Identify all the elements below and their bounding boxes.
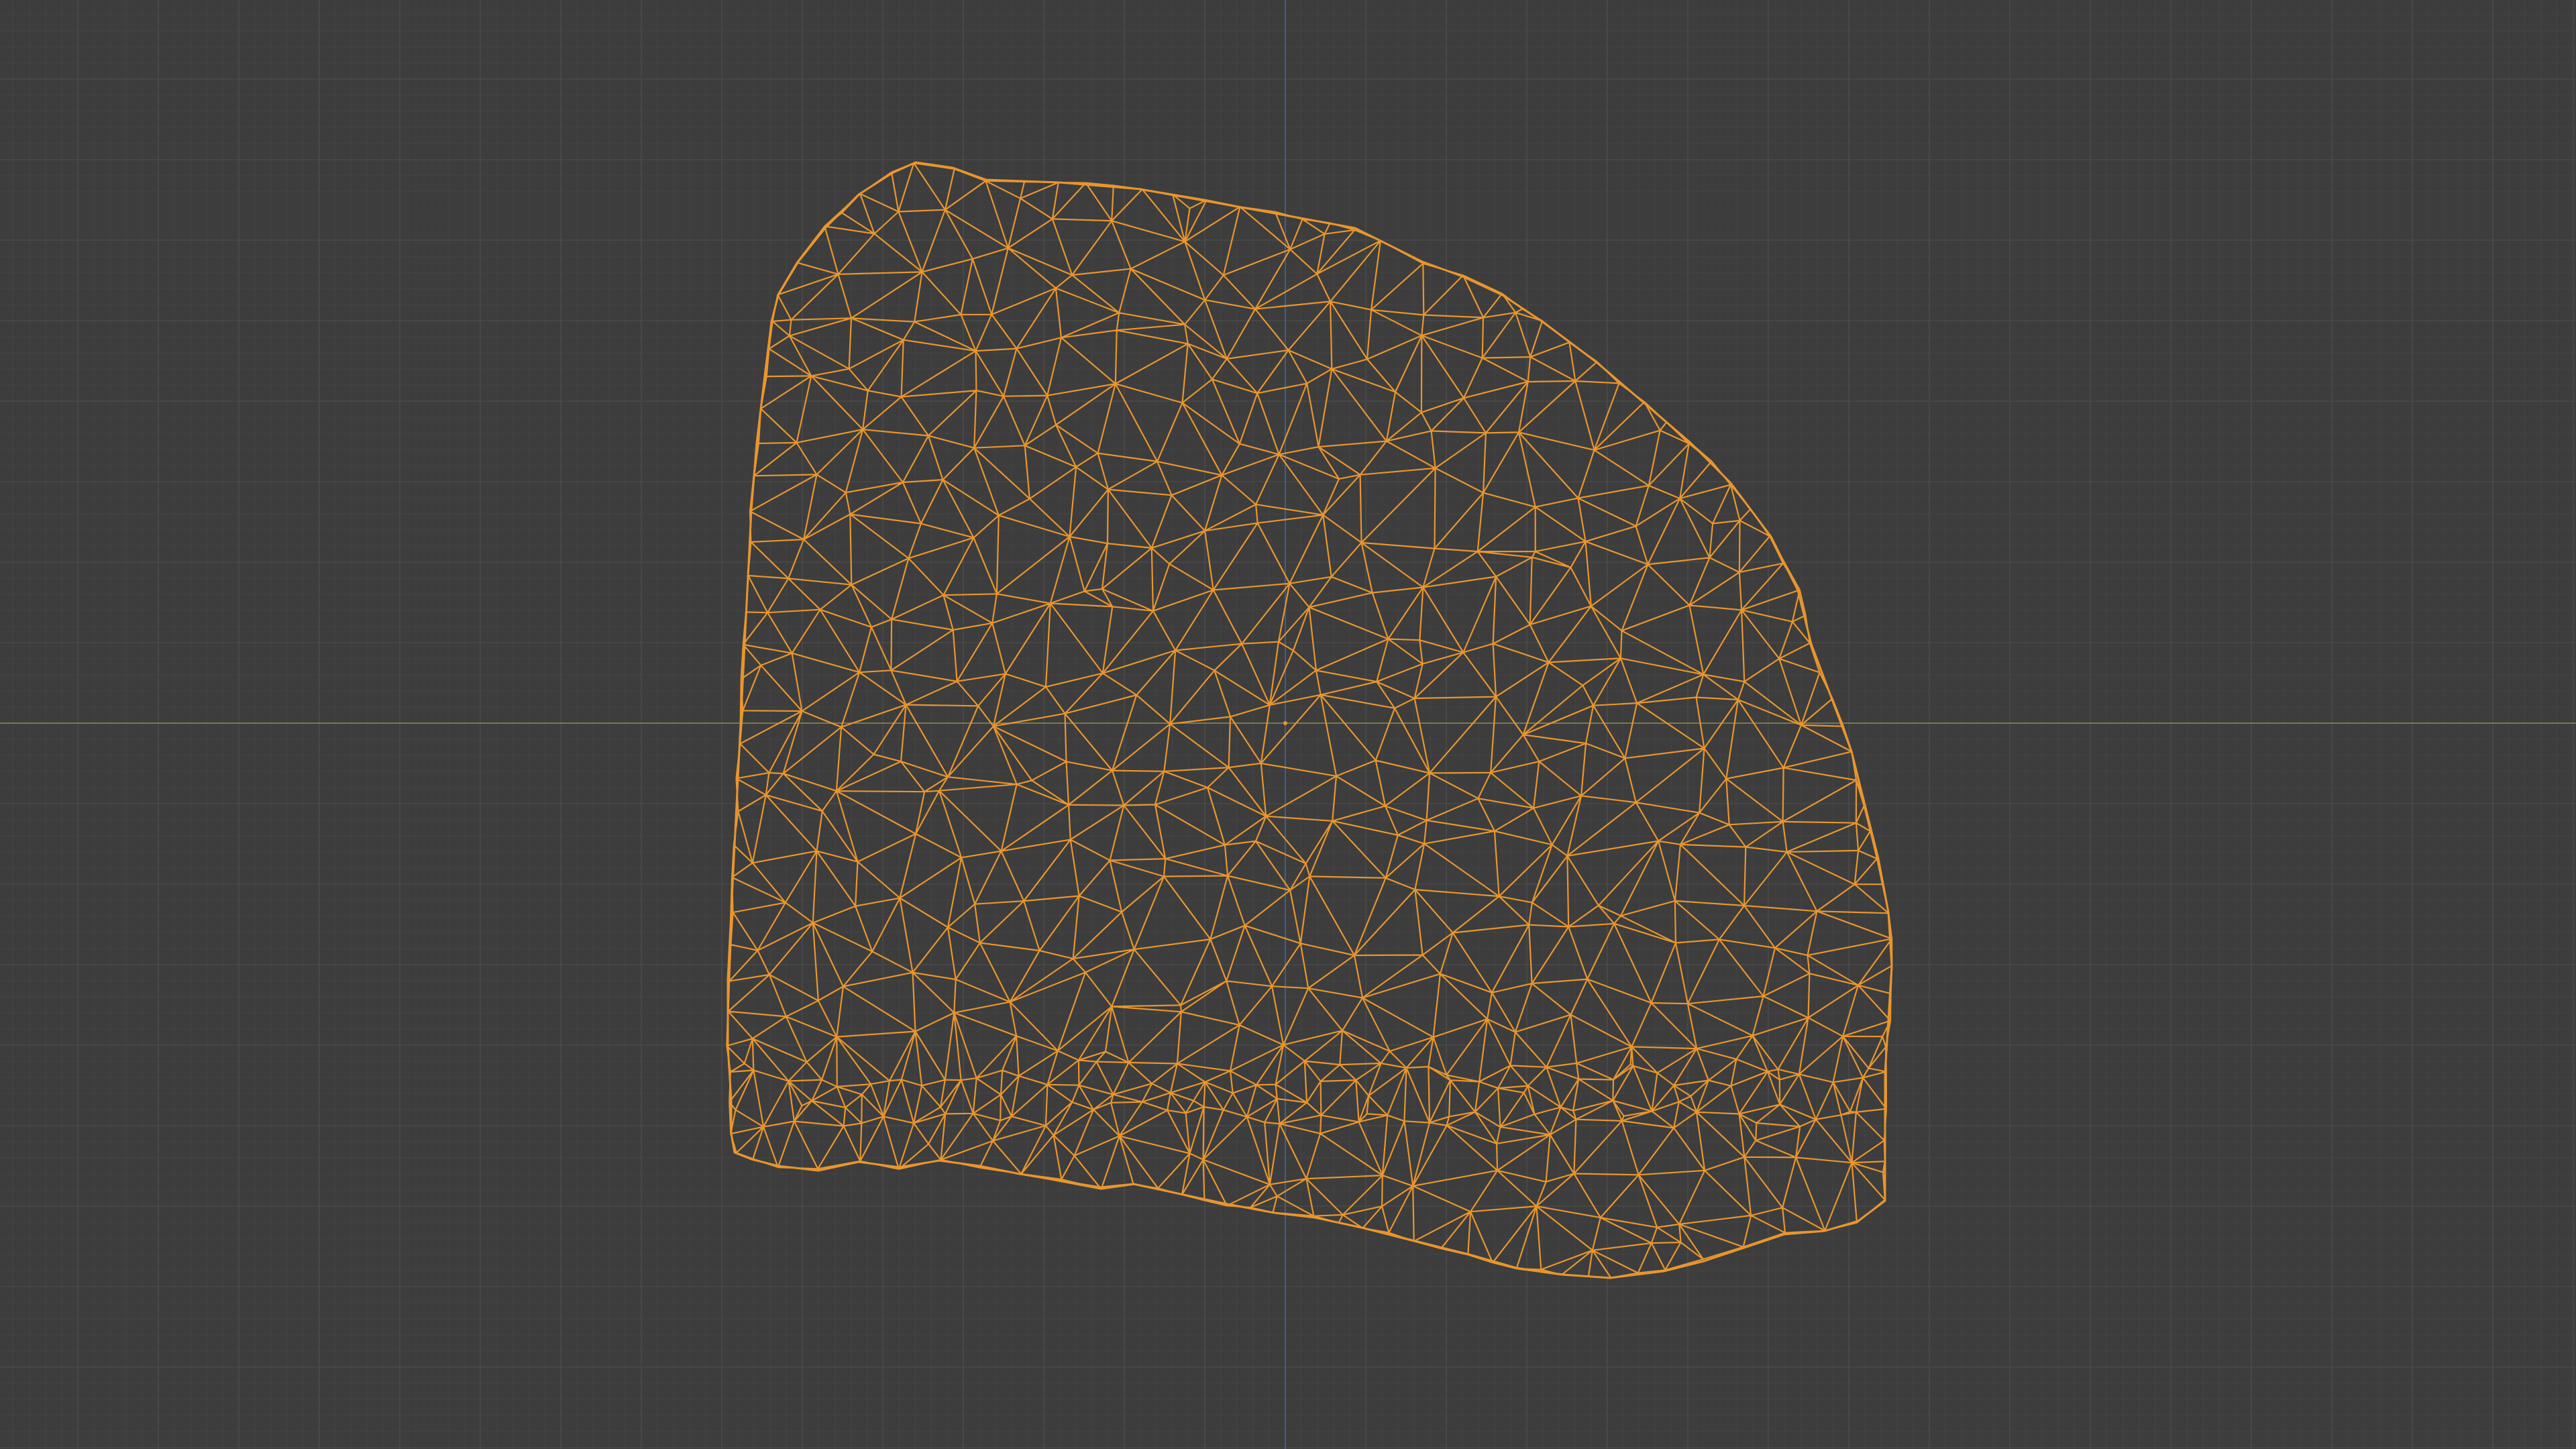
mesh-silhouette xyxy=(727,161,1893,1279)
mesh-edges xyxy=(726,162,1893,1279)
object-origin-marker[interactable] xyxy=(1283,721,1287,725)
rock-mesh-wireframe[interactable] xyxy=(726,161,1893,1279)
viewport-grid xyxy=(0,0,2576,1449)
viewport-canvas[interactable] xyxy=(0,0,2576,1449)
3d-viewport[interactable] xyxy=(0,0,2576,1449)
